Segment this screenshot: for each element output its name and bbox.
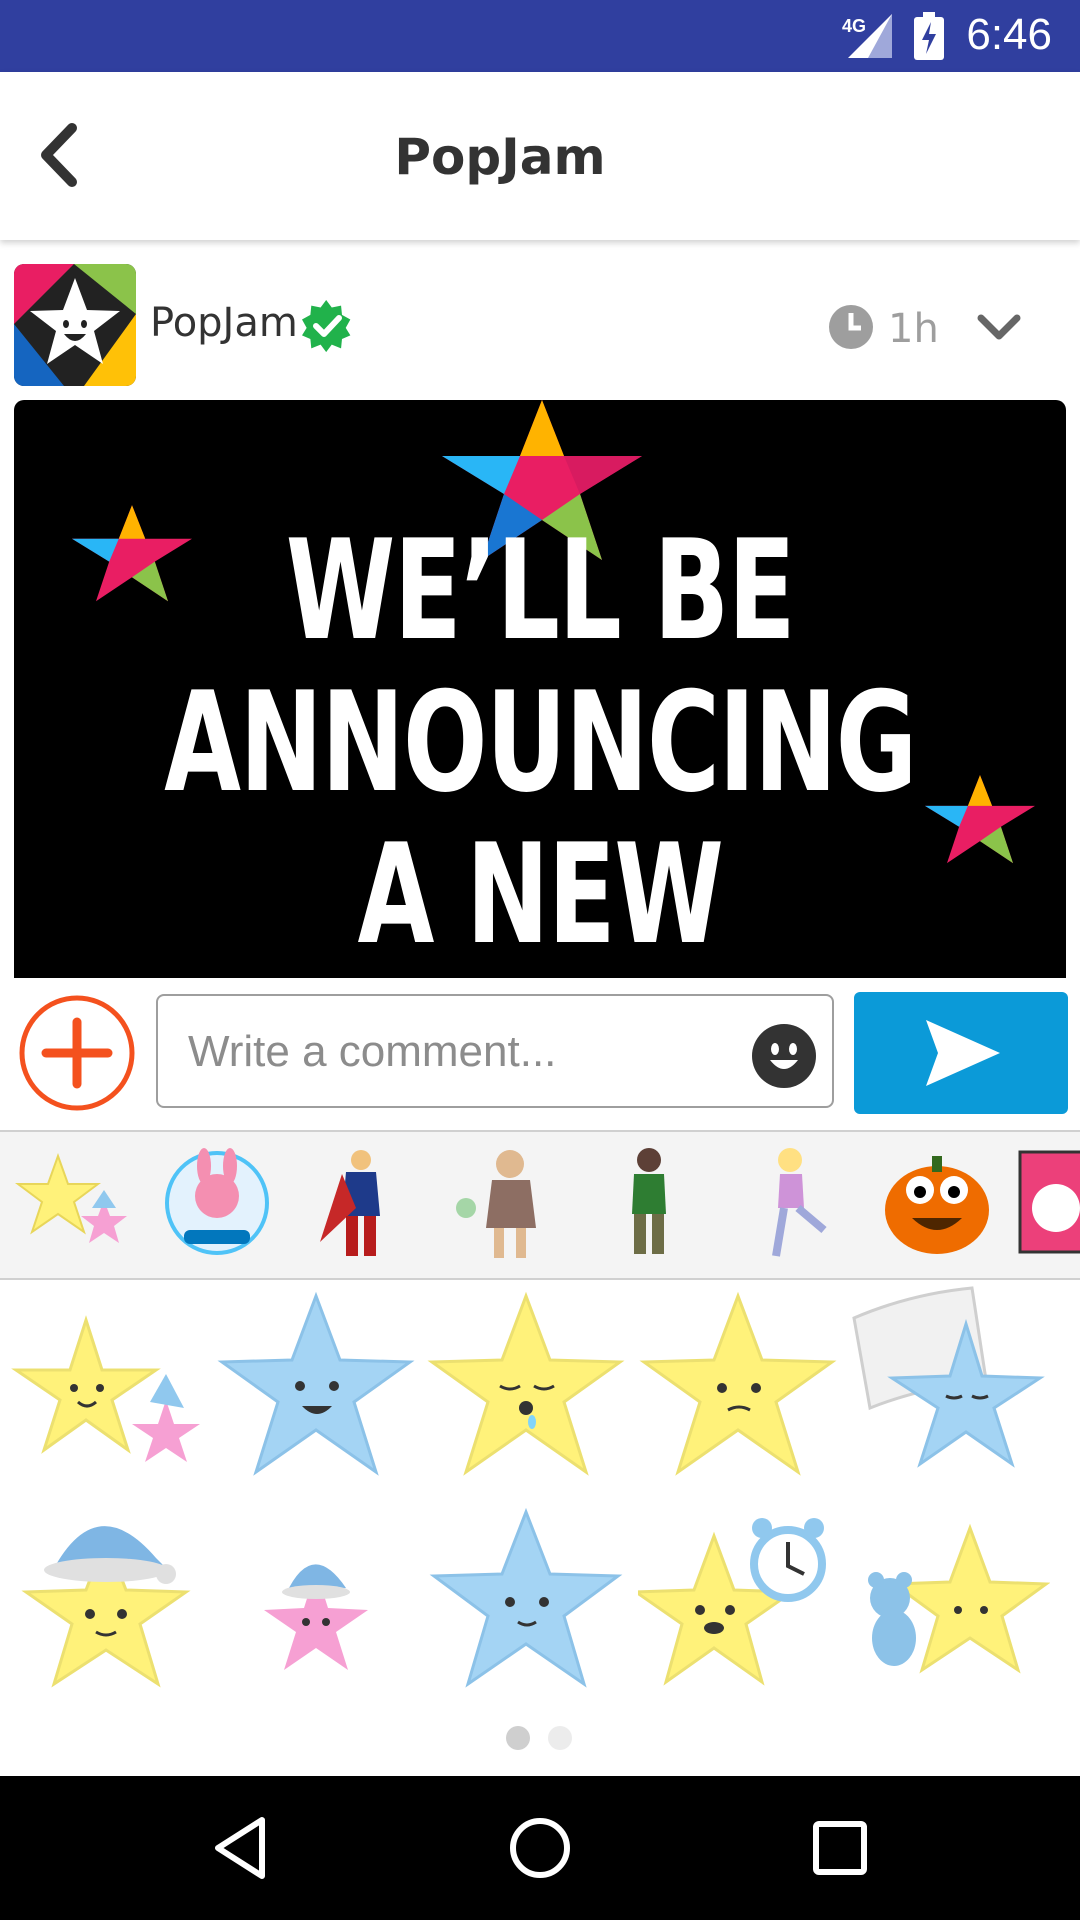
category-stars[interactable]: [8, 1138, 138, 1268]
category-comic[interactable]: [1016, 1138, 1080, 1268]
post-header: PopJam 1h: [0, 262, 1080, 386]
category-ben10[interactable]: [584, 1138, 714, 1268]
send-icon: [926, 1020, 1000, 1086]
clock-icon: [829, 305, 873, 349]
comment-input[interactable]: [186, 996, 750, 1108]
post-author[interactable]: PopJam: [150, 300, 298, 346]
nav-back-icon[interactable]: [204, 1812, 276, 1884]
nav-recents-icon[interactable]: [804, 1812, 876, 1884]
banner-line-3: A NEW: [357, 814, 724, 975]
sticker-star-teddy[interactable]: [850, 1498, 1050, 1698]
system-nav-bar: [0, 1776, 1080, 1920]
battery-charging-icon: [914, 12, 944, 60]
category-caveman[interactable]: [440, 1138, 570, 1268]
category-bunnies[interactable]: [152, 1138, 282, 1268]
comment-field: [156, 994, 834, 1108]
status-bar: 4G 6:46: [0, 0, 1080, 72]
sticker-blue-star-smile[interactable]: [216, 1288, 416, 1488]
comment-composer: [0, 990, 1080, 1116]
cellular-signal-icon: 4G: [842, 14, 892, 58]
page-title: PopJam: [394, 128, 606, 186]
banner-line-2: ANNOUNCING: [164, 662, 917, 823]
sticker-star-nightcap[interactable]: [6, 1498, 206, 1698]
post-image[interactable]: WE’LL BE ANNOUNCING A NEW: [14, 400, 1066, 978]
category-dancer[interactable]: [728, 1138, 858, 1268]
banner-line-1: WE’LL BE: [285, 510, 796, 671]
sticker-yellow-star-sleepy[interactable]: [426, 1288, 626, 1488]
app-bar: PopJam: [0, 72, 1080, 240]
category-pumpkin[interactable]: [872, 1138, 1002, 1268]
send-button[interactable]: [854, 992, 1068, 1114]
page-dot-2[interactable]: [548, 1726, 572, 1750]
emoji-icon[interactable]: [752, 1024, 816, 1088]
chevron-down-icon[interactable]: [976, 312, 1022, 344]
nav-home-icon[interactable]: [504, 1812, 576, 1884]
sticker-grid: [0, 1280, 1080, 1720]
page-dot-1[interactable]: [506, 1726, 530, 1750]
status-time: 6:46: [966, 10, 1052, 59]
sticker-blue-star-calm[interactable]: [426, 1498, 626, 1698]
avatar[interactable]: [14, 264, 136, 386]
sticker-page-indicator: [0, 1726, 1080, 1750]
sticker-star-alarm-clock[interactable]: [638, 1498, 838, 1698]
sticker-pink-star-cap[interactable]: [216, 1498, 416, 1698]
sticker-blue-star-pillow[interactable]: [850, 1284, 1050, 1484]
add-circle-icon[interactable]: [18, 994, 136, 1112]
sticker-yellow-star-neutral[interactable]: [638, 1288, 838, 1488]
category-superhero[interactable]: [296, 1138, 426, 1268]
sticker-category-bar: [0, 1130, 1080, 1280]
sticker-star-pair[interactable]: [6, 1290, 206, 1490]
post-time: 1h: [888, 306, 939, 352]
svg-text:4G: 4G: [842, 16, 866, 36]
verified-icon: [302, 300, 351, 352]
